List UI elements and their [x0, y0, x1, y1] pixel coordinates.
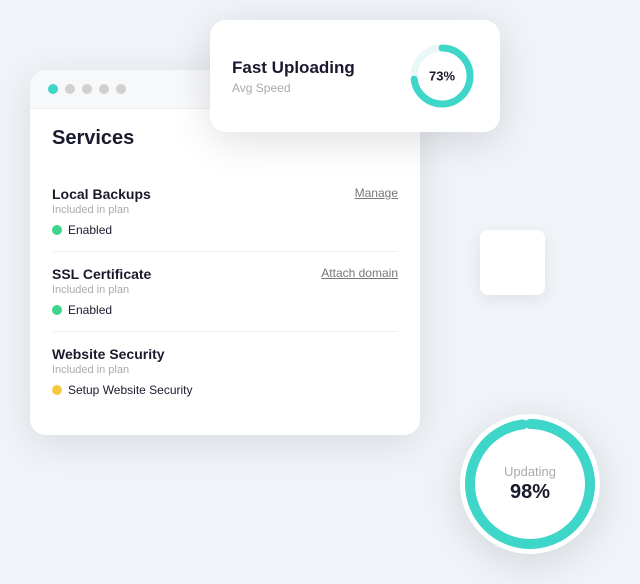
service-name-ssl: SSL Certificate	[52, 266, 151, 282]
service-status-label-security: Setup Website Security	[68, 383, 193, 397]
dot-gray-3	[99, 84, 109, 94]
card-body: Services Local Backups Manage Included i…	[30, 109, 420, 435]
white-square-decoration	[480, 230, 545, 295]
manage-action[interactable]: Manage	[355, 186, 398, 200]
service-header-ssl: SSL Certificate Attach domain	[52, 266, 398, 282]
service-plan-local-backups: Included in plan	[52, 204, 398, 216]
upload-progress-circle: 73%	[406, 40, 478, 112]
service-name-local-backups: Local Backups	[52, 186, 151, 202]
upload-card: Fast Uploading Avg Speed 73%	[210, 20, 500, 132]
service-item-ssl: SSL Certificate Attach domain Included i…	[52, 252, 398, 332]
upload-percent-label: 73%	[429, 69, 455, 84]
updating-circle: Updating 98%	[460, 414, 600, 554]
attach-domain-action[interactable]: Attach domain	[321, 266, 398, 280]
service-name-security: Website Security	[52, 346, 165, 362]
status-dot-yellow	[52, 385, 62, 395]
service-status-label-local-backups: Enabled	[68, 223, 112, 237]
status-dot-green-1	[52, 225, 62, 235]
service-status-label-ssl: Enabled	[68, 303, 112, 317]
service-plan-security: Included in plan	[52, 364, 398, 376]
upload-info: Fast Uploading Avg Speed	[232, 58, 355, 95]
service-header-local-backups: Local Backups Manage	[52, 186, 398, 202]
upload-subtitle: Avg Speed	[232, 81, 355, 95]
service-status-local-backups: Enabled	[52, 223, 398, 237]
upload-title: Fast Uploading	[232, 58, 355, 78]
dot-gray-4	[116, 84, 126, 94]
service-status-ssl: Enabled	[52, 303, 398, 317]
service-item-local-backups: Local Backups Manage Included in plan En…	[52, 172, 398, 252]
dot-teal	[48, 84, 58, 94]
status-dot-green-2	[52, 305, 62, 315]
service-plan-ssl: Included in plan	[52, 284, 398, 296]
service-item-security: Website Security Included in plan Setup …	[52, 332, 398, 411]
service-status-security: Setup Website Security	[52, 383, 398, 397]
dot-gray-1	[65, 84, 75, 94]
dot-gray-2	[82, 84, 92, 94]
service-header-security: Website Security	[52, 346, 398, 362]
